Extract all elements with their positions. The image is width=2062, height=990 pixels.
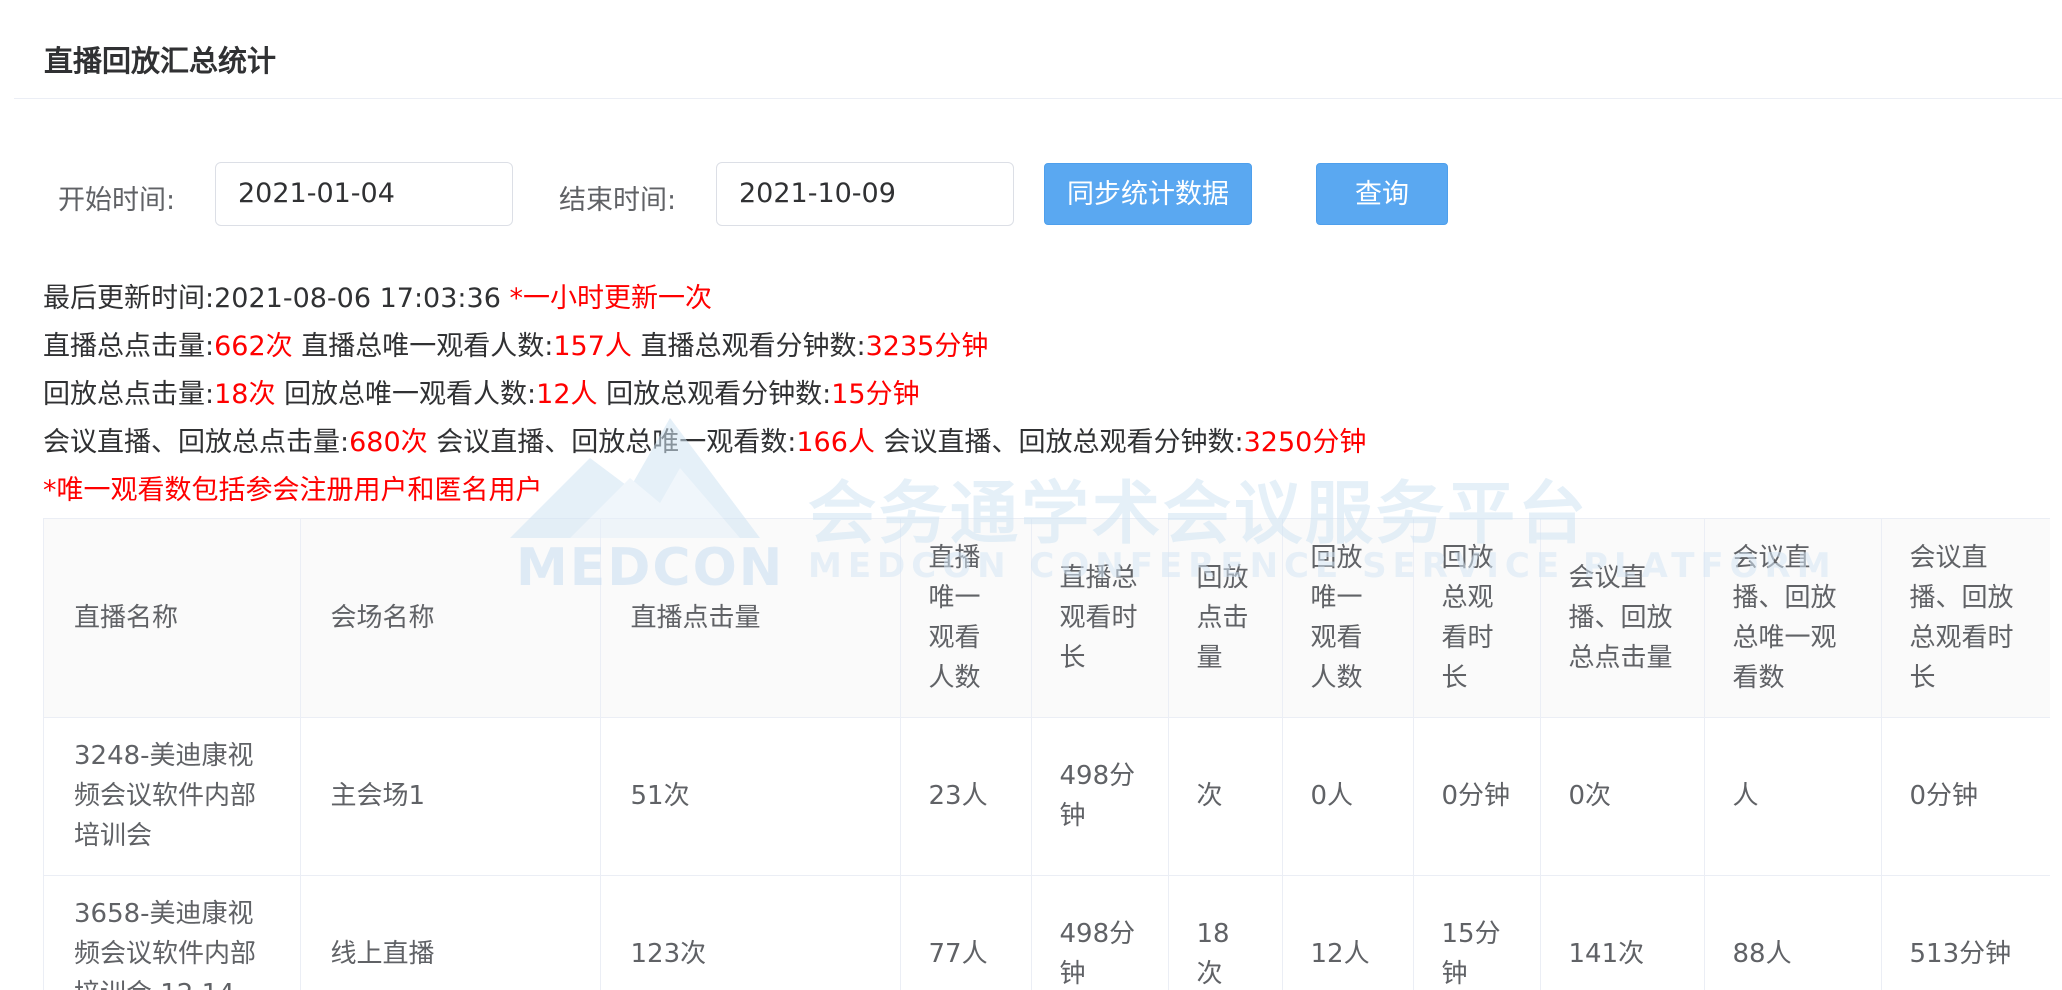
table-row[interactable]: 3248-美迪康视频会议软件内部培训会 主会场1 51次 23人 498分钟 次… <box>44 717 2050 876</box>
start-date-label: 开始时间: <box>58 185 176 216</box>
table-cell: 18次 <box>1168 875 1283 990</box>
stats-table: 直播名称 会场名称 直播点击量 直播唯一观看人数 直播总观看时长 回放点击量 回… <box>43 518 2050 990</box>
end-date-input[interactable]: 2021-10-09 <box>716 162 1014 226</box>
table-cell: 12人 <box>1282 875 1414 990</box>
replay-unique-value: 12人 <box>536 379 598 410</box>
table-cell: 513分钟 <box>1881 875 2050 990</box>
replay-clicks-label: 回放总点击量: <box>43 379 215 410</box>
table-cell: 498分钟 <box>1031 875 1169 990</box>
table-cell: 3658-美迪康视频会议软件内部培训会 12.14 <box>44 875 301 990</box>
table-cell: 141次 <box>1540 875 1705 990</box>
total-stats-line: 会议直播、回放总点击量:680次 会议直播、回放总唯一观看数:166人 会议直播… <box>43 420 1366 459</box>
table-cell: 15分钟 <box>1413 875 1541 990</box>
column-header: 回放唯一观看人数 <box>1282 519 1414 718</box>
total-unique-value: 166人 <box>796 427 875 458</box>
column-header: 直播总观看时长 <box>1031 519 1169 718</box>
table-cell: 51次 <box>600 717 901 876</box>
column-header: 回放总观看时长 <box>1413 519 1541 718</box>
table-cell: 123次 <box>600 875 901 990</box>
total-unique-label: 会议直播、回放总唯一观看数: <box>436 427 797 458</box>
total-minutes-label: 会议直播、回放总观看分钟数: <box>883 427 1244 458</box>
last-update-line: 最后更新时间:2021-08-06 17:03:36 *一小时更新一次 <box>43 276 712 315</box>
table-header-row: 直播名称 会场名称 直播点击量 直播唯一观看人数 直播总观看时长 回放点击量 回… <box>44 519 2050 718</box>
live-minutes-value: 3235分钟 <box>865 331 989 362</box>
live-unique-value: 157人 <box>553 331 632 362</box>
table-cell: 0人 <box>1282 717 1414 876</box>
update-value: 2021-08-06 17:03:36 <box>214 283 501 314</box>
live-clicks-value: 662次 <box>214 331 293 362</box>
table-cell: 次 <box>1168 717 1283 876</box>
table-cell: 23人 <box>900 717 1032 876</box>
replay-stats-line: 回放总点击量:18次 回放总唯一观看人数:12人 回放总观看分钟数:15分钟 <box>43 372 920 411</box>
sync-stats-button[interactable]: 同步统计数据 <box>1044 163 1252 225</box>
page-title: 直播回放汇总统计 <box>44 44 277 78</box>
column-header: 回放点击量 <box>1168 519 1283 718</box>
unique-viewers-footnote: *唯一观看数包括参会注册用户和匿名用户 <box>43 475 543 506</box>
total-clicks-label: 会议直播、回放总点击量: <box>43 427 350 458</box>
table-cell: 人 <box>1704 717 1882 876</box>
live-unique-label: 直播总唯一观看人数: <box>301 331 554 362</box>
replay-clicks-value: 18次 <box>214 379 276 410</box>
live-stats-line: 直播总点击量:662次 直播总唯一观看人数:157人 直播总观看分钟数:3235… <box>43 324 988 363</box>
table-cell: 3248-美迪康视频会议软件内部培训会 <box>44 717 301 876</box>
column-header: 会议直播、回放总点击量 <box>1540 519 1705 718</box>
table-cell: 88人 <box>1704 875 1882 990</box>
live-clicks-label: 直播总点击量: <box>43 331 215 362</box>
page-header: 直播回放汇总统计 <box>14 0 2062 99</box>
column-header: 会议直播、回放总唯一观看数 <box>1704 519 1882 718</box>
table-cell: 77人 <box>900 875 1032 990</box>
column-header: 直播名称 <box>44 519 301 718</box>
live-minutes-label: 直播总观看分钟数: <box>640 331 866 362</box>
table-cell: 线上直播 <box>300 875 601 990</box>
start-date-input[interactable]: 2021-01-04 <box>215 162 513 226</box>
filter-bar: 开始时间: 2021-01-04 结束时间: 2021-10-09 同步统计数据… <box>0 160 2062 230</box>
total-clicks-value: 680次 <box>349 427 428 458</box>
table-row[interactable]: 3658-美迪康视频会议软件内部培训会 12.14 线上直播 123次 77人 … <box>44 875 2050 990</box>
column-header: 会议直播、回放总观看时长 <box>1881 519 2050 718</box>
update-label: 最后更新时间: <box>43 283 215 314</box>
end-date-label: 结束时间: <box>559 185 677 216</box>
total-minutes-value: 3250分钟 <box>1243 427 1367 458</box>
table-cell: 498分钟 <box>1031 717 1169 876</box>
table-cell: 0分钟 <box>1881 717 2050 876</box>
update-note: *一小时更新一次 <box>509 283 712 314</box>
query-button[interactable]: 查询 <box>1316 163 1448 225</box>
column-header: 直播点击量 <box>600 519 901 718</box>
column-header: 会场名称 <box>300 519 601 718</box>
replay-minutes-value: 15分钟 <box>831 379 920 410</box>
column-header: 直播唯一观看人数 <box>900 519 1032 718</box>
table-cell: 主会场1 <box>300 717 601 876</box>
table-cell: 0次 <box>1540 717 1705 876</box>
replay-unique-label: 回放总唯一观看人数: <box>284 379 537 410</box>
table-cell: 0分钟 <box>1413 717 1541 876</box>
replay-minutes-label: 回放总观看分钟数: <box>606 379 832 410</box>
